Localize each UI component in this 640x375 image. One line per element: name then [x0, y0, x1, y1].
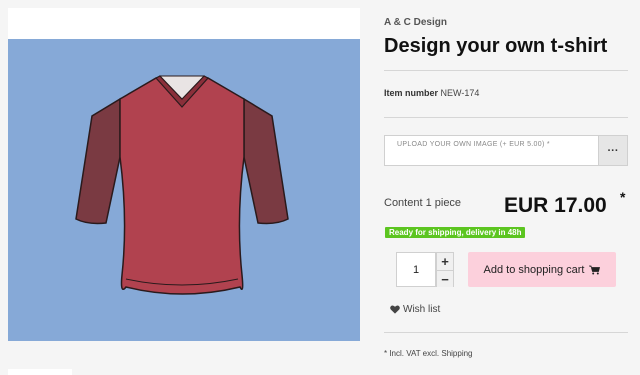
product-image[interactable]: [8, 39, 360, 341]
image-thumbnail-strip[interactable]: [8, 369, 72, 375]
product-info: A & C Design Design your own t-shirt Ite…: [384, 0, 628, 375]
quantity-input[interactable]: 1: [396, 252, 436, 287]
availability-badge: Ready for shipping, delivery in 48h: [385, 227, 526, 238]
upload-image-field[interactable]: UPLOAD YOUR OWN IMAGE (+ EUR 5.00) * ···: [384, 135, 628, 166]
wishlist-label: Wish list: [403, 304, 441, 315]
item-number-label: Item number: [384, 88, 439, 98]
wishlist-link[interactable]: Wish list: [390, 304, 440, 315]
more-dots-icon: ···: [607, 144, 619, 157]
vat-note: * Incl. VAT excl. Shipping: [384, 349, 473, 358]
product-price: EUR 17.00: [504, 194, 607, 217]
quantity-increase-button[interactable]: +: [437, 253, 453, 270]
quantity-decrease-button[interactable]: −: [437, 270, 453, 287]
product-title: Design your own t-shirt: [384, 35, 608, 57]
shopping-cart-icon: [589, 265, 601, 274]
upload-browse-button[interactable]: ···: [598, 135, 628, 166]
tshirt-left-sleeve: [75, 97, 121, 225]
brand-name[interactable]: A & C Design: [384, 17, 447, 28]
tshirt-right-sleeve: [243, 97, 289, 225]
quantity-stepper: + −: [436, 252, 454, 287]
tshirt-body: [119, 77, 245, 295]
heart-icon: [390, 305, 400, 314]
tshirt-illustration: [75, 75, 289, 295]
title-divider: [384, 70, 628, 71]
add-to-cart-label: Add to shopping cart: [483, 263, 585, 276]
product-image-card: [8, 8, 360, 341]
add-to-cart-button[interactable]: Add to shopping cart: [468, 252, 616, 287]
product-image-panel: [0, 0, 370, 375]
item-number: Item number NEW-174: [384, 88, 479, 98]
upload-image-label: UPLOAD YOUR OWN IMAGE (+ EUR 5.00) *: [397, 141, 550, 148]
content-quantity-text: Content 1 piece: [384, 197, 462, 209]
item-divider: [384, 117, 628, 118]
price-footnote-marker: *: [620, 189, 626, 205]
footer-divider: [384, 332, 628, 333]
item-number-value: NEW-174: [440, 88, 480, 98]
